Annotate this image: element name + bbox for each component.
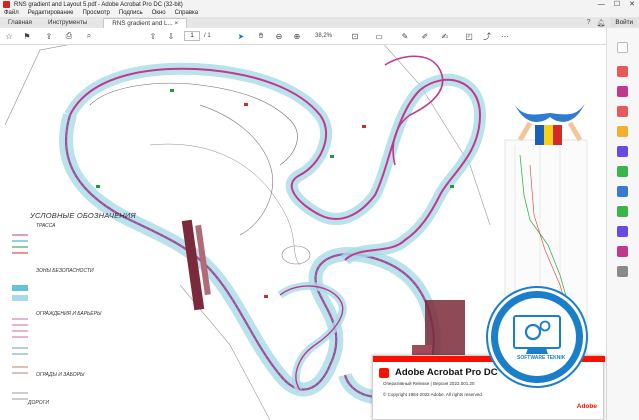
menu-help[interactable]: Справка xyxy=(175,10,199,16)
page-down-icon[interactable]: ⇩ xyxy=(166,31,176,41)
window-title: RNS gradient and Layout 5.pdf - Adobe Ac… xyxy=(14,1,183,8)
page-total: / 1 xyxy=(204,33,211,39)
more-tools-icon[interactable]: ⋯ xyxy=(500,31,510,41)
tab-document[interactable]: RNS gradient and L... × xyxy=(103,18,188,28)
fill-sign-icon[interactable] xyxy=(617,246,628,257)
panel-search-icon[interactable] xyxy=(617,42,628,53)
legend-section-safety: ЗОНЫ БЕЗОПАСНОСТИ xyxy=(36,268,94,274)
page-up-icon[interactable]: ⇧ xyxy=(148,31,158,41)
menu-file[interactable]: Файл xyxy=(4,10,19,16)
print-icon[interactable]: ⎙ xyxy=(64,31,74,41)
legend-section-track: ТРАССА xyxy=(36,223,56,229)
legend-section-roads: ДОРОГИ xyxy=(28,400,49,406)
edit-pdf-icon[interactable] xyxy=(617,106,628,117)
splash-copyright: © Copyright 1984-2022 Adobe. All rights … xyxy=(383,392,484,397)
upload-icon[interactable]: ⇪ xyxy=(44,31,54,41)
protect-icon[interactable] xyxy=(617,226,628,237)
zoom-in-icon[interactable]: ⊕ xyxy=(292,31,302,41)
create-pdf-icon[interactable] xyxy=(617,86,628,97)
comment-icon[interactable]: ▭ xyxy=(374,31,384,41)
sign-in-button[interactable]: Войти xyxy=(611,18,637,27)
dove-image xyxy=(515,103,585,145)
badge-label: SOFTWARE TEKNIK xyxy=(517,355,566,361)
splash-release: Оперативный Release | Версия 2022.001.20 xyxy=(383,381,475,386)
more-panel-icon[interactable] xyxy=(617,266,628,277)
combine-files-icon[interactable] xyxy=(617,146,628,157)
bookmark-icon[interactable]: ⚑ xyxy=(22,31,32,41)
tab-document-label: RNS gradient and L... xyxy=(112,20,173,27)
page-number-input[interactable]: 1 xyxy=(184,31,200,41)
organize-pages-icon[interactable] xyxy=(617,166,628,177)
menu-bar: Файл Редактирование Просмотр Подпись Окн… xyxy=(0,9,639,17)
title-bar: RNS gradient and Layout 5.pdf - Adobe Ac… xyxy=(0,0,639,9)
gear-monitor-icon xyxy=(513,315,561,354)
maximize-button[interactable]: ☐ xyxy=(614,0,620,9)
menu-sign[interactable]: Подпись xyxy=(119,10,143,16)
software-teknik-badge: SOFTWARE TEKNIK xyxy=(488,288,586,386)
highlight-icon[interactable]: ✎ xyxy=(400,31,410,41)
share-icon[interactable]: ⤴ xyxy=(482,31,492,41)
acrobat-app-icon xyxy=(3,1,10,8)
create-icon[interactable]: ☆ xyxy=(4,31,14,41)
search-icon[interactable]: ⌕ xyxy=(84,31,94,41)
tab-tools[interactable]: Инструменты xyxy=(40,18,95,28)
legend-section-fences: ОГРАДЫ И ЗАБОРЫ xyxy=(36,372,85,378)
scan-ocr-icon[interactable] xyxy=(617,206,628,217)
bell-icon[interactable]: 🔔︎ xyxy=(596,19,605,27)
draw-icon[interactable]: ✐ xyxy=(420,31,430,41)
comment-panel-icon[interactable] xyxy=(617,126,628,137)
zoom-level[interactable]: 38,2% xyxy=(315,33,332,39)
sign-icon[interactable]: ✍︎ xyxy=(440,31,450,41)
redact-icon[interactable] xyxy=(617,186,628,197)
help-icon[interactable]: ? xyxy=(587,19,591,26)
acrobat-logo-icon xyxy=(379,368,389,378)
adobe-wordmark: Adobe xyxy=(576,403,597,410)
tab-bar: Главная Инструменты RNS gradient and L..… xyxy=(0,17,639,28)
minimize-button[interactable]: — xyxy=(598,0,605,9)
select-cursor-icon[interactable]: ➤ xyxy=(236,31,246,41)
tab-close-icon[interactable]: × xyxy=(175,19,179,28)
legend-section-barriers: ОГРАЖДЕНИЯ И БАРЬЕРЫ xyxy=(36,311,102,317)
export-pdf-icon[interactable] xyxy=(617,66,628,77)
toolbar: ☆ ⚑ ⇪ ⎙ ⌕ ⇧ ⇩ 1 / 1 ➤ ✋︎ ⊖ ⊕ 38,2% ⊡ ▭ ✎… xyxy=(0,28,606,45)
stamp-icon[interactable]: ◰ xyxy=(464,31,474,41)
tab-home[interactable]: Главная xyxy=(0,18,40,28)
close-window-button[interactable]: ✕ xyxy=(629,0,635,9)
menu-window[interactable]: Окно xyxy=(152,10,166,16)
fit-page-icon[interactable]: ⊡ xyxy=(350,31,360,41)
menu-view[interactable]: Просмотр xyxy=(82,10,109,16)
menu-edit[interactable]: Редактирование xyxy=(28,10,74,16)
hand-tool-icon[interactable]: ✋︎ xyxy=(256,31,266,41)
badge-inner xyxy=(498,298,576,376)
legend-heading: УСЛОВНЫЕ ОБОЗНАЧЕНИЯ xyxy=(30,211,136,220)
right-tools-panel xyxy=(606,28,639,420)
splash-product-name: Adobe Acrobat Pro DC xyxy=(395,367,498,378)
zoom-out-icon[interactable]: ⊖ xyxy=(274,31,284,41)
